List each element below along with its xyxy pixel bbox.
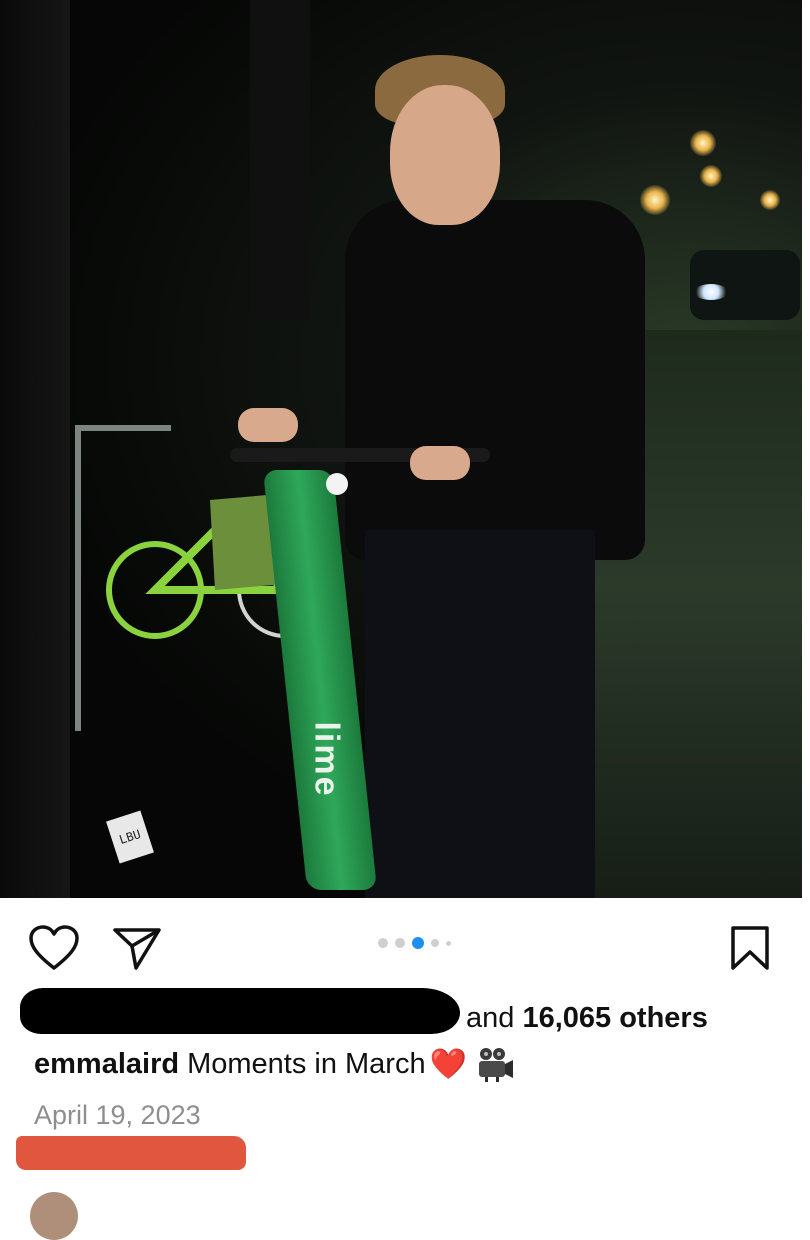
photo-edge xyxy=(802,0,806,898)
carousel-indicator xyxy=(378,936,451,950)
carousel-dot-active xyxy=(412,937,424,949)
street-light xyxy=(700,165,722,187)
person-left-hand xyxy=(238,408,298,442)
caption-text: Moments in March xyxy=(187,1047,426,1080)
carousel-dot xyxy=(431,939,439,947)
paper-plane-icon xyxy=(113,928,161,970)
post-photo[interactable]: lime LBU xyxy=(0,0,806,898)
share-button[interactable] xyxy=(112,924,162,972)
person-right-hand xyxy=(410,446,470,480)
likes-text: and 16,065 others xyxy=(466,1002,708,1035)
avatar[interactable] xyxy=(30,1192,78,1240)
post-action-bar xyxy=(0,898,810,998)
movie-camera-icon xyxy=(475,1046,515,1082)
heart-emoji: ❤️ xyxy=(429,1047,467,1081)
post-date: April 19, 2023 xyxy=(34,1100,201,1130)
bookmark-icon xyxy=(731,926,769,970)
save-button[interactable] xyxy=(728,924,772,972)
scooter-logo: lime xyxy=(307,721,346,798)
caption-username[interactable]: emmalaird xyxy=(34,1048,179,1081)
post-caption: emmalaird Moments in March ❤️ xyxy=(34,1046,515,1082)
carousel-dot xyxy=(446,940,451,946)
likes-prefix: and xyxy=(466,1002,515,1034)
license-plate: LBU xyxy=(106,810,154,864)
street-light xyxy=(760,190,780,210)
heart-outline-icon xyxy=(29,925,79,970)
scooter-lamp xyxy=(326,473,348,495)
person-legs xyxy=(365,530,595,898)
car-headlight xyxy=(694,284,728,300)
like-button[interactable] xyxy=(28,924,80,972)
likes-count[interactable]: 16,065 others xyxy=(522,1002,707,1034)
person-torso xyxy=(345,200,645,560)
carousel-dot xyxy=(395,938,405,948)
likes-summary[interactable]: and 16,065 others xyxy=(20,988,800,1048)
pillar-background xyxy=(250,0,310,320)
wall-background xyxy=(0,0,70,898)
carousel-dot xyxy=(378,938,388,948)
redaction-black xyxy=(20,988,460,1034)
street-light xyxy=(640,185,670,215)
person-head xyxy=(390,85,500,225)
street-light xyxy=(690,130,716,156)
redaction-red xyxy=(16,1136,246,1170)
